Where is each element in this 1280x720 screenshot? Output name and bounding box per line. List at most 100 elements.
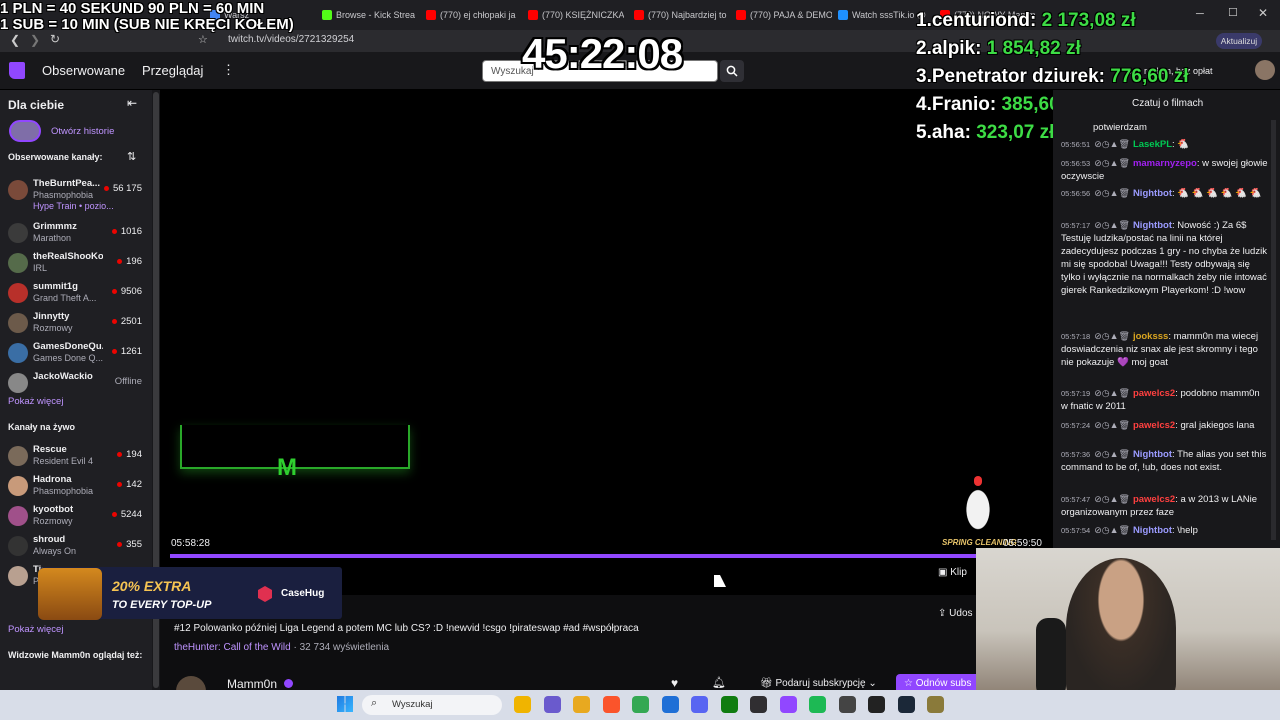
video-player[interactable] [160,90,1053,595]
chat-timestamp: 05:56:53 [1061,159,1091,168]
bookmark-icon[interactable]: ☆ [198,33,208,46]
channel-name[interactable]: Mamm0n [227,677,277,691]
reload-icon[interactable]: ↻ [50,32,60,46]
channel-avatar [8,313,28,333]
heart-icon[interactable]: ♥ [671,676,678,690]
chat-username[interactable]: pawelcs2 [1133,420,1175,431]
chat-message: 05:57:24 ⊘◷▲🗑︎ pawelcs2: gral jakiegos lan… [1061,419,1269,432]
brave-icon[interactable] [602,696,620,713]
moderation-icons[interactable]: ⊘◷▲🗑︎ [1094,158,1130,168]
chat-scrollbar[interactable] [1271,120,1276,540]
leaderboard-name: Penetrator dziurek: [931,66,1106,87]
followed-channel-item[interactable]: Jinnytty Rozmowy 2501 [0,308,152,338]
live-channel-item[interactable]: shroud Always On 355 [0,531,152,561]
moderation-icons[interactable]: ⊘◷▲🗑︎ [1094,188,1130,198]
avatar[interactable] [1255,60,1275,80]
live-channel-item[interactable]: Rescue Resident Evil 4 194 [0,441,152,471]
chat-username[interactable]: Nightbot [1133,188,1172,199]
browser-tab[interactable]: Browse - Kick Strea [322,4,418,26]
viewer-count-value: Offline [114,376,142,387]
moderation-icons[interactable]: ⊘◷▲🗑︎ [1094,331,1130,341]
streamer-figure [1066,558,1176,698]
url-field[interactable]: twitch.tv/videos/2721329254 [228,34,354,45]
browser-tab[interactable]: (770) PAJA & DEMO [736,4,832,26]
moderation-icons[interactable]: ⊘◷▲🗑︎ [1094,139,1130,149]
chat-timestamp: 05:56:51 [1061,140,1091,149]
channel-avatar [8,253,28,273]
followed-channel-item[interactable]: JackoWackio Offline [0,368,152,398]
show-more-link[interactable]: Pokaż więcej [8,396,63,407]
followed-channel-item[interactable]: TheBurntPea... Phasmophobia 56 175 Hype Tra… [0,175,152,211]
chat-text: : \help [1171,525,1198,536]
sort-icon[interactable]: ⇅ [127,150,136,163]
obs-icon[interactable] [750,696,767,713]
app-icon[interactable] [927,696,944,713]
chat-username[interactable]: pawelcs2 [1133,388,1175,399]
store-icon[interactable] [661,696,679,713]
search-button[interactable] [720,60,744,82]
minimize-icon[interactable]: ─ [1196,8,1204,20]
twitch-taskbar-icon[interactable] [779,696,797,713]
moderation-icons[interactable]: ⊘◷▲🗑︎ [1094,220,1130,230]
update-button[interactable]: Aktualizuj [1216,33,1262,49]
chrome-icon[interactable] [632,696,649,713]
chat-username[interactable]: Nightbot [1133,449,1172,460]
xbox-icon[interactable] [720,696,738,713]
followed-channel-item[interactable]: summit1g Grand Theft A... 9506 [0,278,152,308]
nav-followed[interactable]: Obserwowane [42,63,125,78]
collapse-sidebar-icon[interactable]: ⇤ [127,96,137,110]
followed-channel-item[interactable]: Grimmmz Marathon 1016 [0,218,152,248]
moderation-icons[interactable]: ⊘◷▲🗑︎ [1094,388,1130,398]
spotify-icon[interactable] [809,696,826,713]
share-icon: ⇪ [938,608,947,619]
terminal-icon[interactable] [868,696,885,713]
notification-bell-icon[interactable]: 🔔︎ [712,676,726,689]
chat-username[interactable]: jooksss [1133,331,1168,342]
moderation-icons[interactable]: ⊘◷▲🗑︎ [1094,449,1130,459]
chat-message: 05:57:19 ⊘◷▲🗑︎ pawelcs2: podobno mamm0n w … [1061,387,1269,413]
moderation-icons[interactable]: ⊘◷▲🗑︎ [1094,420,1130,430]
chicken-comb [974,476,982,486]
viewer-count-value: 9506 [120,286,142,297]
more-icon[interactable]: ⋮ [222,62,235,78]
chat-username[interactable]: LasekPL [1133,139,1172,150]
live-channel-item[interactable]: kyootbot Rozmowy 5244 [0,501,152,531]
steam-icon[interactable] [897,696,915,713]
show-more-link-2[interactable]: Pokaż więcej [8,624,63,635]
chat-username[interactable]: mamarnyzepo [1133,158,1197,169]
live-channel-item[interactable]: Hadrona Phasmophobia 142 [0,471,152,501]
file-explorer-icon[interactable] [514,696,531,713]
clip-button[interactable]: ▣ Klip [938,567,967,578]
browser-tab[interactable]: (770) Najbardziej to [634,4,730,26]
chat-message: 05:57:18 ⊘◷▲🗑︎ jooksss: mamm0n ma wiecej d… [1061,330,1269,369]
browser-tab[interactable]: (770) KSIĘŻNICZKA [528,4,624,26]
chat-username[interactable]: pawelcs2 [1133,494,1175,505]
moderation-icons[interactable]: ⊘◷▲🗑︎ [1094,525,1130,535]
twitch-logo-icon[interactable] [9,62,25,79]
followed-channel-item[interactable]: theRealShooKo...IRL 196 [0,248,152,278]
treasure-chest-icon [38,568,102,620]
maximize-icon[interactable]: ☐ [1228,6,1238,19]
share-button[interactable]: ⇪ Udos [938,608,973,619]
channel-name: TheBurntPea... [33,178,101,189]
forward-icon[interactable]: ❯ [30,33,40,47]
tab-label: Watch sssTik.io @ [852,10,926,20]
nav-browse[interactable]: Przeglądaj [142,63,203,78]
followed-channel-item[interactable]: GamesDoneQu... Games Done Q... 1261 [0,338,152,368]
taskbar-search[interactable]: Wyszukaj [362,695,502,715]
category-link[interactable]: theHunter: Call of the Wild [174,642,291,653]
moderation-icons[interactable]: ⊘◷▲🗑︎ [1094,494,1130,504]
calculator-icon[interactable] [838,696,856,713]
close-icon[interactable]: ✕ [1258,6,1268,20]
open-history-link[interactable]: Otwórz historie [51,126,114,137]
viewer-count: 9506 [111,286,142,297]
gift-sub-button[interactable]: 🎁︎ Podaruj subskrypcję ⌄ [760,678,877,689]
browser-tab[interactable]: (770) ej chłopaki ja [426,4,522,26]
chat-username[interactable]: Nightbot [1133,220,1172,231]
discord-icon[interactable] [691,696,708,713]
folder-icon[interactable] [573,696,590,713]
share-label: Udos [949,608,973,619]
back-icon[interactable]: ❮ [10,33,20,47]
chat-username[interactable]: Nightbot [1133,525,1172,536]
copilot-icon[interactable] [543,696,561,713]
